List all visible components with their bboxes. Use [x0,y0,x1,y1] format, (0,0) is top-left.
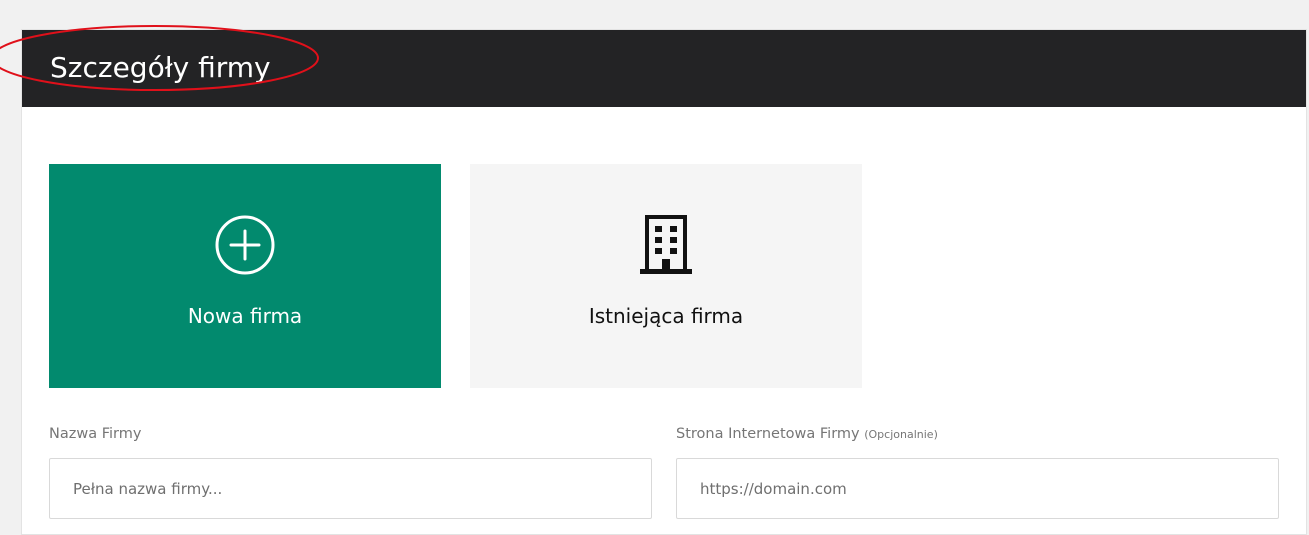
optional-hint: (Opcjonalnie) [864,428,938,441]
company-website-label-text: Strona Internetowa Firmy [676,426,860,442]
plus-circle-icon [214,214,276,281]
company-name-label: Nazwa Firmy [49,426,141,442]
card-header: Szczegóły firmy [22,30,1306,107]
existing-company-button[interactable]: Istniejąca firma [470,164,862,388]
company-website-label: Strona Internetowa Firmy (Opcjonalnie) [676,426,938,442]
new-company-button[interactable]: Nowa firma [49,164,441,388]
company-website-input[interactable] [676,458,1279,519]
company-details-card: Szczegóły firmy Nowa firma Istniejąca fi… [21,29,1307,535]
company-name-label-text: Nazwa Firmy [49,426,142,442]
existing-company-label: Istniejąca firma [588,304,744,328]
page-title: Szczegóły firmy [50,51,271,84]
building-icon [640,214,692,281]
company-name-input[interactable] [49,458,652,519]
new-company-label: Nowa firma [187,304,303,328]
